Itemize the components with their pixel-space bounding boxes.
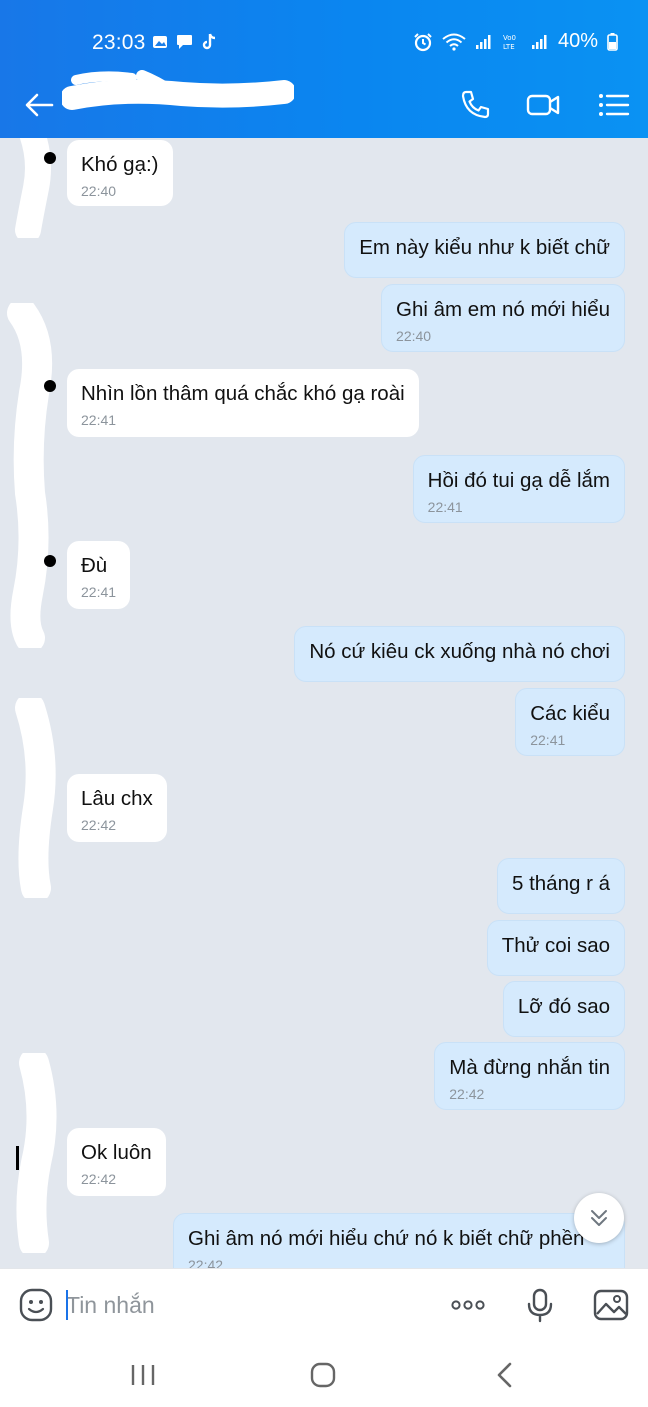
outgoing-message[interactable]: Lỡ đó sao (502, 981, 625, 1037)
message-time: 22:40 (396, 328, 432, 344)
message-text: Hồi đó tui gạ dễ lắm (427, 469, 610, 492)
microphone-icon[interactable] (522, 1287, 558, 1323)
message-time: 22:41 (81, 584, 117, 600)
avatar-redaction (15, 138, 56, 238)
volte-icon: Vo0LTE (503, 34, 516, 51)
avatar-redaction (7, 303, 56, 648)
message-text: Ghi âm nó mới hiểu chứ nó k biết chữ phề… (188, 1227, 585, 1250)
outgoing-message[interactable]: Mà đừng nhắn tin 22:42 (434, 1042, 625, 1110)
message-time: 22:40 (81, 183, 117, 199)
message-text: Nó cứ kiêu ck xuống nhà nó chơi (309, 640, 610, 663)
svg-text:Vo0: Vo0 (503, 34, 516, 42)
alarm-icon (414, 32, 432, 51)
status-time: 23:03 (92, 31, 146, 54)
home-icon[interactable] (306, 1360, 340, 1390)
status-bar: 23:03 Vo0 LTE 40% (0, 0, 648, 70)
scroll-to-bottom-button[interactable] (574, 1193, 624, 1243)
incoming-message[interactable]: Ok luôn 22:42 (67, 1128, 166, 1196)
outgoing-message[interactable]: Hồi đó tui gạ dễ lắm 22:41 (412, 455, 625, 523)
redaction-scribble (62, 70, 294, 110)
incoming-message[interactable]: Khó gạ:) 22:40 (67, 140, 173, 206)
outgoing-message[interactable]: Em này kiểu như k biết chữ (344, 222, 625, 278)
message-time: 22:41 (81, 412, 117, 428)
message-text: Nhìn lồn thâm quá chắc khó gạ roài (81, 382, 405, 405)
menu-icon[interactable] (597, 88, 631, 122)
message-time: 22:42 (449, 1086, 485, 1102)
message-text: Em này kiểu như k biết chữ (359, 236, 610, 259)
message-time: 22:41 (530, 732, 566, 748)
outgoing-message[interactable]: Các kiểu 22:41 (515, 688, 625, 756)
video-call-icon[interactable] (526, 88, 560, 122)
outgoing-message[interactable]: Ghi âm em nó mới hiểu 22:40 (381, 284, 625, 352)
message-input[interactable] (66, 1285, 366, 1325)
back-arrow-icon[interactable] (22, 88, 56, 122)
sticker-icon[interactable] (18, 1287, 54, 1323)
message-time: 22:42 (188, 1257, 224, 1268)
message-icon (177, 35, 192, 49)
chat-messages[interactable]: Khó gạ:) 22:40 Em này kiểu như k biết ch… (0, 138, 648, 1268)
signal-icon (475, 34, 491, 49)
message-text: Ok luôn (81, 1141, 152, 1164)
chevron-double-down-icon (591, 1210, 607, 1226)
text-caret (66, 1290, 68, 1320)
message-text: Lâu chx (81, 787, 153, 810)
message-time: 22:41 (427, 499, 463, 515)
incoming-message[interactable]: Lâu chx 22:42 (67, 774, 167, 842)
message-input-bar (0, 1268, 648, 1340)
back-icon[interactable] (488, 1360, 522, 1390)
phone-icon[interactable] (458, 88, 492, 122)
message-time: 22:42 (81, 817, 117, 833)
system-nav-bar (0, 1340, 648, 1407)
message-text: Các kiểu (530, 702, 610, 725)
avatar-redaction (16, 1053, 57, 1253)
gallery-icon (153, 36, 167, 48)
message-text: Lỡ đó sao (517, 995, 610, 1018)
outgoing-message[interactable]: Thử coi sao (486, 920, 625, 976)
incoming-message[interactable]: Đù 22:41 (67, 541, 131, 609)
outgoing-message[interactable]: Nó cứ kiêu ck xuống nhà nó chơi (294, 626, 625, 682)
battery-percent: 40% (557, 30, 598, 52)
message-text: 5 tháng r á (511, 872, 610, 895)
message-text: Mà đừng nhắn tin (449, 1056, 610, 1079)
message-text: Đù (81, 554, 108, 577)
outgoing-message[interactable]: 5 tháng r á (496, 858, 625, 914)
outgoing-message[interactable]: Ghi âm nó mới hiểu chứ nó k biết chữ phề… (173, 1213, 625, 1268)
battery-icon (607, 32, 618, 51)
more-options-icon[interactable] (450, 1287, 486, 1323)
message-text: Ghi âm em nó mới hiểu (396, 298, 610, 321)
chat-header (0, 70, 648, 138)
signal-icon (531, 34, 547, 49)
wifi-icon (442, 33, 466, 51)
recent-apps-icon[interactable] (126, 1360, 160, 1390)
tiktok-icon (202, 33, 216, 50)
message-time: 22:42 (81, 1171, 117, 1187)
svg-text:LTE: LTE (503, 43, 515, 51)
message-text: Khó gạ:) (81, 153, 159, 176)
image-icon[interactable] (593, 1287, 629, 1323)
incoming-message[interactable]: Nhìn lồn thâm quá chắc khó gạ roài 22:41 (67, 369, 419, 437)
avatar-redaction (15, 698, 56, 898)
message-text: Thử coi sao (501, 934, 610, 957)
